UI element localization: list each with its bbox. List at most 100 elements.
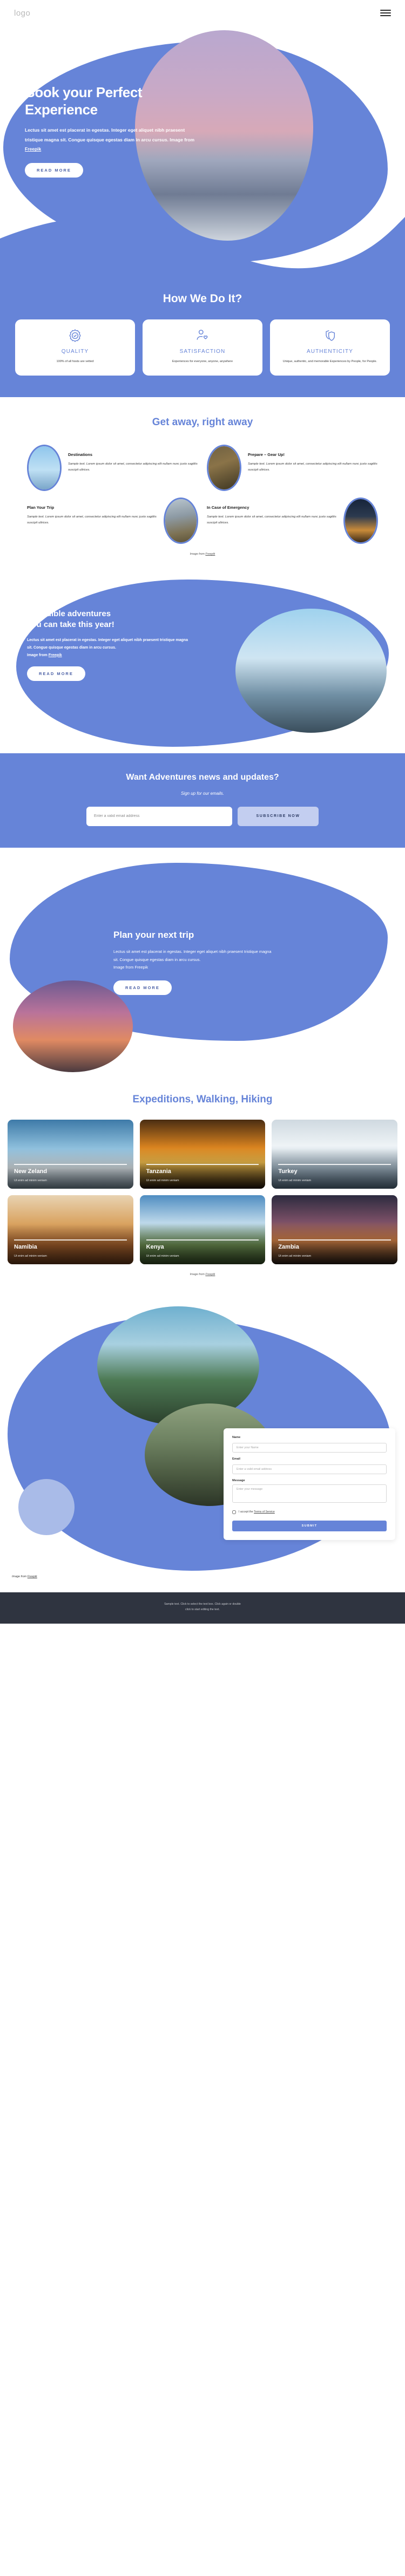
email-field[interactable] [232, 1464, 387, 1474]
contact-form: Name Email Message I accept the Terms of… [224, 1428, 395, 1540]
destination-card-new-zeland[interactable]: New Zeland Ut enim ad minim veniam [8, 1119, 133, 1189]
plan-trip-section: Plan your next trip Lectus sit amet est … [0, 857, 405, 1084]
destination-name: Tanzania [146, 1168, 171, 1175]
destination-card-namibia[interactable]: Namibia Ut enim ad minim veniam [8, 1195, 133, 1264]
get-away-item-title: Prepare – Gear Up! [248, 452, 285, 457]
adventures-title: Incredible adventures you can take this … [27, 609, 189, 631]
freepik-link[interactable]: Freepik [25, 146, 41, 152]
get-away-grid: Destinations Sample text. Lorem ipsum do… [0, 444, 405, 544]
card-divider [146, 1164, 259, 1165]
plan-trip-body-text: Lectus sit amet est placerat in egestas.… [113, 949, 272, 962]
feature-card-list: QUALITY 100% of all hosts are vetted SAT… [0, 319, 405, 376]
card-divider [278, 1239, 391, 1241]
form-group-name: Name [232, 1436, 387, 1453]
terms-of-service-link[interactable]: Terms of Service [254, 1510, 275, 1514]
feature-card-authenticity[interactable]: AUTHENTICITY Unique, authentic, and memo… [270, 319, 390, 376]
consent-checkbox[interactable] [232, 1510, 236, 1514]
credit-prefix: Image from [12, 1575, 28, 1578]
destination-name: New Zeland [14, 1168, 48, 1175]
hero-title: Book your Perfect Experience [25, 84, 203, 118]
plan-trip-title: Plan your next trip [113, 929, 194, 940]
newsletter-title: Want Adventures news and updates? [126, 772, 279, 782]
freepik-link[interactable]: Freepik [205, 553, 215, 556]
name-field[interactable] [232, 1442, 387, 1453]
hero-read-more-button[interactable]: READ MORE [25, 162, 83, 178]
credit-prefix: Image from [113, 965, 135, 970]
feature-title: AUTHENTICITY [307, 349, 353, 355]
feature-card-satisfaction[interactable]: SATISFACTION Experiences for everyone, a… [143, 319, 262, 376]
card-overlay [139, 1119, 266, 1189]
expeditions-credit: Image from Freepik [0, 1273, 405, 1276]
card-overlay [272, 1195, 397, 1264]
adventures-title-line1: Incredible adventures [27, 609, 111, 618]
destination-subtitle: Ut enim ad minim veniam [278, 1254, 312, 1258]
decorative-circle [18, 1478, 75, 1535]
destination-name: Kenya [146, 1243, 164, 1250]
feature-text: Unique, authentic, and memorable Experie… [282, 360, 377, 363]
hero-copy: Book your Perfect Experience Lectus sit … [25, 84, 203, 178]
site-footer: Sample text. Click to select the text bo… [0, 1592, 405, 1624]
submit-button[interactable]: SUBMIT [232, 1520, 387, 1531]
newsletter-email-input[interactable] [86, 806, 232, 826]
freepik-link[interactable]: Freepik [28, 1575, 37, 1578]
newsletter-subtitle: Sign up for our emails. [180, 790, 225, 796]
freepik-link[interactable]: Freepik [134, 965, 148, 970]
form-group-email: Email [232, 1457, 387, 1474]
destination-subtitle: Ut enim ad minim veniam [146, 1254, 179, 1258]
destination-name: Turkey [278, 1168, 298, 1175]
message-field[interactable] [232, 1484, 387, 1503]
destination-name: Zambia [278, 1243, 299, 1250]
newsletter-section: Want Adventures news and updates? Sign u… [0, 753, 405, 848]
newsletter-form: SUBSCRIBE NOW [0, 806, 405, 826]
footer-line-2: click to start editing the text. [185, 1607, 220, 1611]
feature-title: SATISFACTION [179, 349, 226, 355]
credit-prefix: Image from [190, 1272, 206, 1276]
credit-prefix: Image from [190, 552, 206, 556]
card-divider [146, 1239, 259, 1241]
footer-line-1: Sample text. Click to select the text bo… [164, 1602, 241, 1606]
plan-trip-read-more-button[interactable]: READ MORE [113, 980, 172, 996]
adventures-section: Incredible adventures you can take this … [0, 575, 405, 753]
destination-subtitle: Ut enim ad minim veniam [14, 1178, 47, 1182]
card-divider [14, 1164, 127, 1165]
name-label: Name [232, 1435, 241, 1439]
hero-title-line2: Experience [25, 101, 98, 118]
get-away-title: Get away, right away [152, 416, 253, 428]
subscribe-now-button[interactable]: SUBSCRIBE NOW [238, 806, 319, 826]
get-away-item-plan-your-trip[interactable]: Plan Your Trip Sample text. Lorem ipsum … [27, 497, 198, 544]
card-divider [14, 1239, 127, 1241]
destination-card-kenya[interactable]: Kenya Ut enim ad minim veniam [139, 1195, 266, 1264]
freepik-link[interactable]: Freepik [205, 1273, 215, 1276]
feature-title: QUALITY [61, 349, 89, 355]
get-away-item-prepare[interactable]: Prepare – Gear Up! Sample text. Lorem ip… [207, 444, 378, 491]
destination-card-turkey[interactable]: Turkey Ut enim ad minim veniam [272, 1119, 397, 1189]
destination-card-zambia[interactable]: Zambia Ut enim ad minim veniam [272, 1195, 397, 1264]
tent-mountain-photo [164, 497, 198, 544]
freepik-link[interactable]: Freepik [49, 653, 62, 657]
glamping-night-photo [343, 497, 378, 544]
get-away-item-title: In Case of Emergency [207, 505, 249, 510]
expeditions-grid: New Zeland Ut enim ad minim veniam Tanza… [0, 1119, 405, 1264]
shields-icon [276, 328, 383, 343]
get-away-item-text: Sample text. Lorem ipsum dolor sit amet,… [207, 515, 336, 525]
get-away-item-text: Sample text. Lorem ipsum dolor sit amet,… [248, 462, 377, 472]
consent-text: I accept the Terms of Service [239, 1510, 275, 1514]
sunset-mountain-photo [13, 980, 133, 1072]
destination-card-tanzania[interactable]: Tanzania Ut enim ad minim veniam [139, 1119, 266, 1189]
adventures-read-more-button[interactable]: READ MORE [27, 666, 85, 682]
adventures-body: Lectus sit amet est placerat in egestas.… [27, 637, 189, 659]
feature-card-quality[interactable]: QUALITY 100% of all hosts are vetted [15, 319, 135, 376]
get-away-item-destinations[interactable]: Destinations Sample text. Lorem ipsum do… [27, 444, 198, 491]
plan-trip-body: Lectus sit amet est placerat in egestas.… [113, 948, 275, 972]
get-away-item-title: Plan Your Trip [27, 505, 55, 510]
backpacker-forest-photo [207, 444, 241, 491]
expeditions-title: Expeditions, Walking, Hiking [132, 1093, 273, 1105]
hamburger-icon[interactable] [380, 10, 391, 16]
get-away-item-text: Sample text. Lorem ipsum dolor sit amet,… [27, 515, 157, 525]
get-away-item-emergency[interactable]: In Case of Emergency Sample text. Lorem … [207, 497, 378, 544]
message-label: Message [232, 1478, 245, 1482]
couple-sky-photo [27, 444, 62, 491]
logo[interactable]: logo [14, 9, 30, 18]
hero-body-text: Lectus sit amet est placerat in egestas.… [25, 127, 195, 142]
person-heart-icon [149, 328, 256, 343]
